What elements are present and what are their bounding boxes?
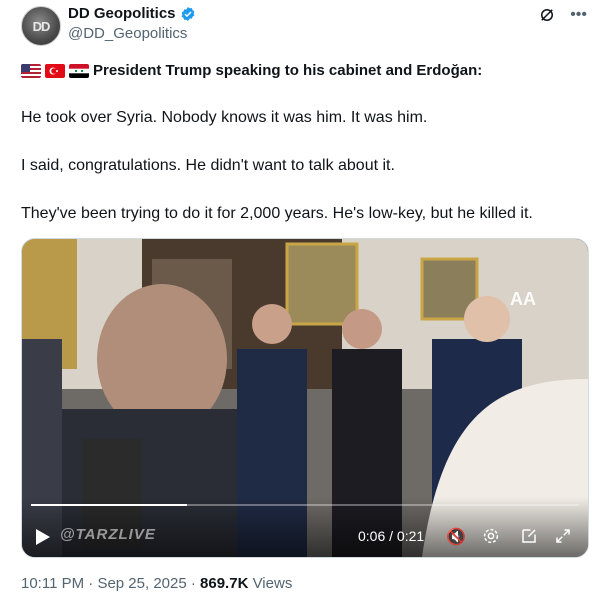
post-paragraph-2: I said, congratulations. He didn't want … <box>21 157 395 174</box>
post-headline-row: President Trump speaking to his cabinet … <box>21 62 482 79</box>
post-time[interactable]: 10:11 PM <box>21 575 84 592</box>
source-logo: AA <box>510 289 536 309</box>
current-time: 0:06 <box>358 528 386 544</box>
post-actions-top: ••• <box>538 6 587 24</box>
settings-gear-icon[interactable] <box>482 527 500 545</box>
video-watermark: @TARZLIVE <box>60 526 156 543</box>
turkey-flag-icon <box>45 63 65 78</box>
post-paragraph-3: They've been trying to do it for 2,000 y… <box>21 205 533 222</box>
avatar-text: DD <box>32 18 51 34</box>
more-options-icon[interactable]: ••• <box>570 6 587 24</box>
duration: 0:21 <box>396 528 425 544</box>
views-count: 869.7K <box>200 575 249 592</box>
video-time: 0:06 / 0:21 <box>358 528 424 544</box>
video-player[interactable]: AA @TARZLIVE 0:06 / 0:21 🔇 <box>21 238 589 558</box>
account-name[interactable]: DD Geopolitics <box>68 5 176 22</box>
dot-separator: · <box>84 575 98 592</box>
account-name-row: DD Geopolitics <box>68 5 196 22</box>
video-progress-bar[interactable] <box>31 504 579 506</box>
verified-badge-icon <box>181 6 194 21</box>
time-separator: / <box>385 528 397 544</box>
syria-flag-icon <box>69 63 89 78</box>
account-handle[interactable]: @DD_Geopolitics <box>68 25 187 42</box>
play-icon[interactable] <box>36 529 50 545</box>
video-progress-fill <box>31 504 188 506</box>
avatar[interactable]: DD <box>21 6 61 46</box>
us-flag-icon <box>21 63 41 78</box>
post-headline: President Trump speaking to his cabinet … <box>93 62 483 79</box>
picture-in-picture-icon[interactable] <box>520 527 538 545</box>
views-label: Views <box>248 575 293 592</box>
post-metadata: 10:11 PM · Sep 25, 2025 · 869.7K Views <box>21 575 292 592</box>
mute-icon[interactable]: 🔇 <box>446 527 466 547</box>
post-paragraph-1: He took over Syria. Nobody knows it was … <box>21 109 428 126</box>
post-date[interactable]: Sep 25, 2025 <box>97 575 186 592</box>
dot-separator: · <box>186 575 201 592</box>
grok-icon[interactable] <box>538 6 556 24</box>
post-card: DD DD Geopolitics @DD_Geopolitics ••• Pr… <box>0 0 609 608</box>
fullscreen-icon[interactable] <box>554 527 572 545</box>
